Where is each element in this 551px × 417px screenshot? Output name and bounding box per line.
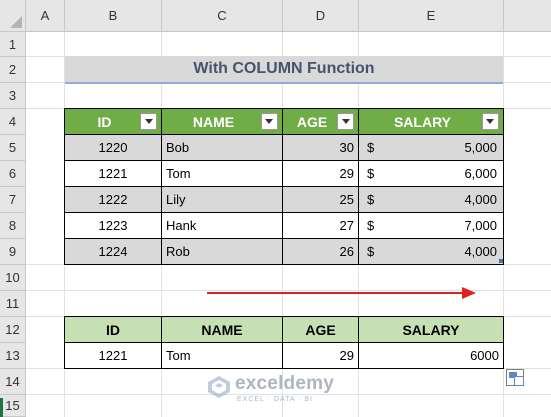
table-cell-id[interactable]: 1223 <box>65 213 162 239</box>
row-header-14[interactable]: 14 <box>0 369 26 395</box>
row-header-12[interactable]: 12 <box>0 317 26 343</box>
column-header-b[interactable]: B <box>65 0 162 32</box>
table1-header-name[interactable]: NAME <box>162 109 283 135</box>
currency-symbol: $ <box>367 140 375 155</box>
filter-dropdown-icon[interactable] <box>481 113 499 130</box>
table1-header-id[interactable]: ID <box>65 109 162 135</box>
currency-symbol: $ <box>367 166 375 181</box>
salary-value: 7,000 <box>464 218 497 233</box>
table2-header-salary[interactable]: SALARY <box>359 317 504 343</box>
arrow-head-icon <box>462 287 476 299</box>
column-header-f[interactable] <box>504 0 551 32</box>
watermark-brand: exceldemy <box>235 373 334 394</box>
header-label: AGE <box>296 113 328 130</box>
salary-value: 4,000 <box>464 192 497 207</box>
table-cell-name[interactable]: Rob <box>162 239 283 265</box>
filter-dropdown-icon[interactable] <box>337 113 354 130</box>
result-cell-salary[interactable]: 6000 <box>359 343 504 369</box>
watermark-tagline: EXCEL · DATA · BI <box>237 396 313 403</box>
exceldemy-logo-icon <box>208 376 230 398</box>
paste-options-icon[interactable] <box>506 369 524 386</box>
exceldemy-watermark: exceldemy EXCEL · DATA · BI <box>205 372 355 406</box>
currency-symbol: $ <box>367 244 375 259</box>
currency-symbol: $ <box>367 192 375 207</box>
column-header-c[interactable]: C <box>162 0 283 32</box>
table-cell-age[interactable]: 29 <box>283 161 359 187</box>
table-cell-salary[interactable]: $7,000 <box>359 213 504 239</box>
right-arrow-icon <box>207 292 465 294</box>
row-header-2[interactable]: 2 <box>0 57 26 83</box>
row-header-5[interactable]: 5 <box>0 135 26 161</box>
currency-symbol: $ <box>367 218 375 233</box>
row-header-3[interactable]: 3 <box>0 83 26 109</box>
sheet-edge-marker <box>0 398 3 417</box>
table-cell-name[interactable]: Bob <box>162 135 283 161</box>
table-cell-name[interactable]: Lily <box>162 187 283 213</box>
column-header-d[interactable]: D <box>283 0 359 32</box>
row-header-6[interactable]: 6 <box>0 161 26 187</box>
filter-dropdown-icon[interactable] <box>260 113 278 130</box>
salary-value: 4,000 <box>464 244 497 259</box>
table1-header-age[interactable]: AGE <box>283 109 359 135</box>
table-cell-age[interactable]: 30 <box>283 135 359 161</box>
table-cell-salary[interactable]: $5,000 <box>359 135 504 161</box>
table-cell-age[interactable]: 26 <box>283 239 359 265</box>
table2-header-age[interactable]: AGE <box>283 317 359 343</box>
table-cell-id[interactable]: 1224 <box>65 239 162 265</box>
select-all-corner[interactable] <box>0 0 26 32</box>
table-cell-salary[interactable]: $6,000 <box>359 161 504 187</box>
salary-value: 6,000 <box>464 166 497 181</box>
row-header-1[interactable]: 1 <box>0 32 26 57</box>
salary-value: 5,000 <box>464 140 497 155</box>
table-cell-salary[interactable]: $4,000 <box>359 239 504 265</box>
row-header-10[interactable]: 10 <box>0 265 26 291</box>
header-label: SALARY <box>393 113 452 130</box>
row-header-8[interactable]: 8 <box>0 213 26 239</box>
header-label: ID <box>97 113 112 130</box>
row-header-13[interactable]: 13 <box>0 343 26 369</box>
column-header-e[interactable]: E <box>359 0 504 32</box>
row-header-4[interactable]: 4 <box>0 109 26 135</box>
sheet-title[interactable]: With COLUMN Function <box>65 56 503 82</box>
column-header-a[interactable]: A <box>26 0 65 32</box>
table1-header-salary[interactable]: SALARY <box>359 109 504 135</box>
result-cell-age[interactable]: 29 <box>283 343 359 369</box>
title-underline <box>65 82 503 84</box>
row-header-7[interactable]: 7 <box>0 187 26 213</box>
table2-header-id[interactable]: ID <box>65 317 162 343</box>
row-header-9[interactable]: 9 <box>0 239 26 265</box>
result-cell-name[interactable]: Tom <box>162 343 283 369</box>
table-resize-handle[interactable] <box>499 259 503 263</box>
row-header-11[interactable]: 11 <box>0 291 26 317</box>
header-label: NAME <box>192 113 235 130</box>
table-cell-id[interactable]: 1220 <box>65 135 162 161</box>
table-cell-name[interactable]: Hank <box>162 213 283 239</box>
table-cell-id[interactable]: 1221 <box>65 161 162 187</box>
filter-dropdown-icon[interactable] <box>140 113 157 130</box>
table2-header-name[interactable]: NAME <box>162 317 283 343</box>
table-cell-id[interactable]: 1222 <box>65 187 162 213</box>
table-cell-age[interactable]: 25 <box>283 187 359 213</box>
table-cell-name[interactable]: Tom <box>162 161 283 187</box>
row-header-15[interactable]: 15 <box>0 395 26 417</box>
table-cell-salary[interactable]: $4,000 <box>359 187 504 213</box>
result-cell-id[interactable]: 1221 <box>65 343 162 369</box>
table-cell-age[interactable]: 27 <box>283 213 359 239</box>
